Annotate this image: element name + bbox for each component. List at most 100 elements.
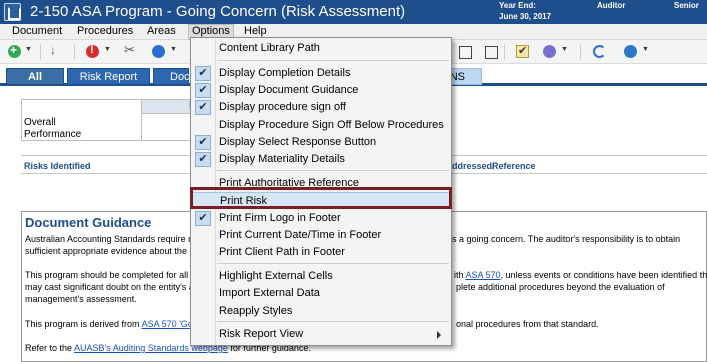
chevron-down-icon[interactable]: ▼ [170,46,177,53]
chevron-down-icon[interactable]: ▼ [561,46,568,53]
senior-label: Senior [674,1,699,10]
options-menu-item-label: Reapply Styles [219,305,293,317]
checkmark-icon: ✔ [195,100,211,115]
add-icon[interactable] [8,43,21,58]
window-title: 2-150 ASA Program - Going Concern (Risk … [30,3,406,20]
submenu-arrow-icon [437,331,441,339]
checklist-icon[interactable] [516,44,529,58]
circle-icon[interactable] [152,45,165,58]
risks-identified-header: Risks Identified [24,161,91,171]
checkmark-icon: ✔ [195,152,211,167]
options-menu-item-label: Display procedure sign off [219,101,346,113]
options-menu-item[interactable]: ✔ Display Materiality Details [192,151,450,168]
options-menu-item[interactable]: ✔ Display Completion Details [192,65,450,82]
frame-icon[interactable] [484,45,498,59]
menu-separator [217,170,449,171]
options-menu-item[interactable]: Risk Report View [192,326,450,343]
year-end-label: Year End: [499,1,536,10]
menu-document[interactable]: Document [9,25,65,37]
chevron-down-icon[interactable]: ▼ [642,46,649,53]
checkmark-icon: ✔ [195,211,211,226]
auditor-label: Auditor [597,1,626,10]
guidance-line: sufficient appropriate evidence about th… [25,246,200,256]
app-icon [4,3,21,21]
guidance-text: This program is derived from [25,319,140,329]
print-risk-highlight-frame [190,187,452,209]
options-menu-item[interactable]: Print Client Path in Footer [192,244,450,261]
checkmark-icon: ✔ [195,135,211,150]
toolbar-divider [40,44,41,60]
asa-570-going-concern-link[interactable]: ASA 570 'Goi [142,319,195,329]
options-menu-item-label: Print Client Path in Footer [219,246,345,258]
menu-areas[interactable]: Areas [144,25,179,37]
settings-icon[interactable] [624,45,637,58]
toolbar-divider [580,44,581,60]
performance-label-line2: Performance [24,129,82,140]
guidance-line: plete additional procedures beyond the e… [456,282,665,292]
checkmark-icon: ✔ [195,83,211,98]
error-icon[interactable] [86,44,99,58]
table-divider [141,114,142,141]
options-menu-item-label: Display Select Response Button [219,136,377,148]
toolbar-divider [504,44,505,60]
asa-570-link[interactable]: ASA 570 [466,270,501,280]
guidance-line: ith ASA 570, unless events or conditions… [454,269,707,281]
options-menu-item-label: Risk Report View [219,328,304,340]
options-menu-item[interactable]: ✔ Print Firm Logo in Footer [192,210,450,227]
guidance-line: This program is derived from ASA 570 'Go… [25,318,195,330]
chevron-down-icon[interactable]: ▼ [25,46,32,53]
options-menu-item[interactable]: ✔ Display Select Response Button [192,134,450,151]
options-menu-item[interactable]: Reapply Styles [192,303,450,320]
options-menu-item-label: Display Document Guidance [219,84,359,96]
toolbar-divider [74,44,75,60]
options-menu-item-label: Display Completion Details [219,67,351,79]
refresh-icon[interactable] [593,45,606,58]
reference-header: Reference [492,161,536,171]
guidance-line: management's assessment. [25,294,137,304]
menu-procedures[interactable]: Procedures [74,25,136,37]
guidance-line: onal procedures from that standard. [456,319,599,329]
chevron-down-icon[interactable]: ▼ [104,46,111,53]
tab-all[interactable]: All [6,68,64,85]
guidance-line: This program should be completed for all… [25,270,201,280]
options-menu-item-label: Display Materiality Details [219,153,345,165]
risks-addressed-header: ddressed/ [452,161,495,171]
options-menu-item[interactable]: Content Library Path [192,40,450,57]
options-menu-item-label: Highlight External Cells [219,270,333,282]
performance-table: P Overall Performance [21,99,201,141]
tab-document[interactable]: Docu [153,68,196,85]
guidance-text: Refer to the [25,343,73,353]
menu-separator [217,321,449,322]
options-menu-item[interactable]: ✔ Display Document Guidance [192,82,450,99]
year-end-value: June 30, 2017 [499,12,552,21]
menu-help[interactable]: Help [241,25,270,37]
app-window: 2-150 ASA Program - Going Concern (Risk … [0,0,707,362]
checkmark-icon: ✔ [195,66,211,81]
crop-icon[interactable] [458,45,472,59]
options-menu-item[interactable]: Print Current Date/Time in Footer [192,227,450,244]
options-menu-item-label: Import External Data [219,287,320,299]
scissors-icon[interactable] [124,42,137,58]
guidance-text: ith [454,270,464,280]
options-menu-item-label: Print Current Date/Time in Footer [219,229,382,241]
gear-icon[interactable] [543,45,556,58]
options-menu-item-label: Print Firm Logo in Footer [219,212,341,224]
guidance-line: may cast significant doubt on the entity… [25,282,199,292]
tab-risk-report[interactable]: Risk Report [67,68,150,85]
document-guidance-title: Document Guidance [25,215,152,230]
menu-separator [217,263,449,264]
options-menu-item[interactable]: ✔ Display procedure sign off [192,99,450,116]
performance-row-label: Overall Performance [24,117,81,141]
options-menu-item-label: Display Procedure Sign Off Below Procedu… [219,119,444,131]
title-bar: 2-150 ASA Program - Going Concern (Risk … [0,0,707,24]
options-menu-item[interactable]: Display Procedure Sign Off Below Procedu… [192,117,450,134]
options-menu-item-label: Content Library Path [219,42,320,54]
guidance-text: , unless events or conditions have been … [500,270,707,280]
guidance-line: Australian Accounting Standards require … [25,234,196,244]
sort-icon[interactable] [50,43,63,58]
options-menu-item[interactable]: Import External Data [192,285,450,302]
guidance-line: s a going concern. The auditor's respons… [452,234,681,244]
options-menu-item[interactable]: Highlight External Cells [192,268,450,285]
performance-label-line1: Overall [24,117,56,128]
menu-separator [217,60,449,61]
